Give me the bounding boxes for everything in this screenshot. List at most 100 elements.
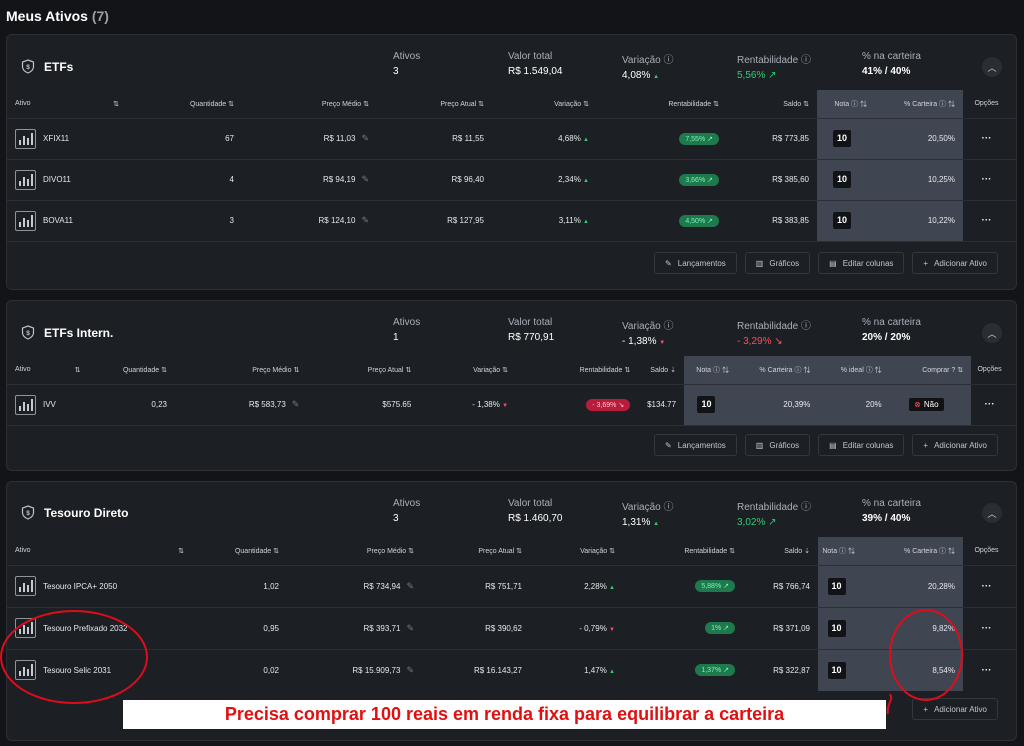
col-pct-carteira[interactable]: % Carteira ⓘ ⇅ — [863, 537, 963, 565]
col-variacao[interactable]: Variação ⇅ — [419, 356, 517, 384]
collapse-button[interactable]: ︿ — [982, 323, 1002, 343]
pencil-icon[interactable]: ✎ — [361, 215, 369, 225]
section-etfs: $ ETFs Ativos 3 Valor total R$ 1.549,04 Va… — [6, 34, 1017, 290]
pencil-icon[interactable]: ✎ — [292, 399, 300, 409]
chart-bar-icon — [15, 394, 36, 415]
options-menu-button[interactable]: ··· — [985, 399, 995, 410]
adicionar-ativo-button[interactable]: + Adicionar Ativo — [912, 252, 998, 274]
col-nota[interactable]: Nota ⓘ ⇅ — [684, 356, 737, 384]
score-badge: 10 — [827, 619, 846, 637]
col-rentabilidade[interactable]: Rentabilidade ⇅ — [516, 356, 639, 384]
stat-ativos: Ativos 1 — [393, 317, 421, 343]
sort-icon: ⇅ — [161, 366, 167, 374]
table-row[interactable]: BOVA11 3 R$ 124,10 ✎ R$ 127,95 3,11% ▲ 4,… — [7, 199, 1016, 241]
options-menu-button[interactable]: ··· — [982, 665, 992, 676]
sort-icon: ⇅ — [516, 547, 522, 555]
table-row[interactable]: Tesouro IPCA+ 2050 1,02 R$ 734,94 ✎ R$ 75… — [7, 564, 1016, 607]
stat-valor-total: Valor total R$ 770,91 — [508, 317, 555, 343]
lancamentos-button[interactable]: ✎ Lançamentos — [654, 252, 737, 274]
columns-icon: ▤ — [829, 440, 837, 450]
col-quantidade[interactable]: Quantidade ⇅ — [192, 537, 287, 565]
col-ativo[interactable]: Ativo ⇅ — [7, 90, 127, 118]
graficos-button[interactable]: ▥ Gráficos — [744, 434, 811, 456]
svg-text:$: $ — [26, 510, 30, 517]
plus-icon: + — [923, 704, 929, 714]
col-preco-medio[interactable]: Preço Médio ⇅ — [242, 90, 377, 118]
col-pct-carteira[interactable]: % Carteira ⓘ ⇅ — [736, 356, 819, 384]
table-row[interactable]: Tesouro Selic 2031 0,02 R$ 15.909,73 ✎ R$… — [7, 648, 1016, 691]
graficos-button[interactable]: ▥ Gráficos — [744, 252, 811, 274]
table-row[interactable]: IVV 0,23 R$ 583,73 ✎ $575.65 - 1,38% ▼ - … — [7, 383, 1016, 425]
section-toolbar: ✎ Lançamentos ▥ Gráficos ▤ Editar colunas +… — [654, 252, 998, 274]
col-ativo[interactable]: Ativo ⇅ — [7, 537, 192, 565]
col-saldo[interactable]: Saldo ⇣ — [638, 356, 685, 384]
sort-icon: ⇅ — [178, 547, 184, 555]
col-saldo[interactable]: Saldo ⇅ — [727, 90, 817, 118]
sort-icon: ⇅ — [860, 100, 867, 108]
col-nota[interactable]: Nota ⓘ ⇅ — [818, 537, 863, 565]
pencil-icon[interactable]: ✎ — [406, 581, 414, 591]
options-menu-button[interactable]: ··· — [982, 215, 992, 226]
stat-valor-total: Valor total R$ 1.549,04 — [508, 51, 563, 77]
col-rentabilidade[interactable]: Rentabilidade ⇅ — [623, 537, 743, 565]
col-quantidade[interactable]: Quantidade ⇅ — [127, 90, 242, 118]
trend-down-icon: ↘ — [774, 336, 783, 347]
collapse-button[interactable]: ︿ — [982, 57, 1002, 77]
col-preco-medio[interactable]: Preço Médio ⇅ — [174, 356, 308, 384]
chart-bar-icon — [15, 128, 36, 149]
col-preco-atual[interactable]: Preço Atual ⇅ — [377, 90, 492, 118]
table-row[interactable]: DIVO11 4 R$ 94,19 ✎ R$ 96,40 2,34% ▲ 3,66… — [7, 158, 1016, 200]
col-variacao[interactable]: Variação ⇅ — [530, 537, 623, 565]
adicionar-ativo-button[interactable]: + Adicionar Ativo — [912, 434, 998, 456]
col-comprar[interactable]: Comprar ? ⇅ — [889, 356, 972, 384]
pencil-icon[interactable]: ✎ — [361, 174, 369, 184]
table-row[interactable]: Tesouro Prefixado 2032 0,95 R$ 393,71 ✎ R… — [7, 606, 1016, 649]
col-rentabilidade[interactable]: Rentabilidade ⇅ — [597, 90, 727, 118]
section-title: ETFs Intern. — [44, 325, 114, 340]
sort-desc-icon: ⇣ — [804, 547, 810, 555]
pencil-icon[interactable]: ✎ — [361, 133, 369, 143]
score-badge: 10 — [697, 396, 716, 413]
col-variacao[interactable]: Variação ⇅ — [492, 90, 597, 118]
edit-note-icon: ✎ — [665, 258, 672, 268]
options-menu-button[interactable]: ··· — [982, 581, 992, 592]
stat-valor-total: Valor total R$ 1.460,70 — [508, 498, 563, 524]
svg-text:$: $ — [26, 64, 30, 71]
lancamentos-button[interactable]: ✎ Lançamentos — [654, 434, 737, 456]
score-badge: 10 — [833, 130, 851, 147]
annotation-banner: Precisa comprar 100 reais em renda fixa … — [123, 700, 886, 729]
section-header[interactable]: $ ETFs Ativos 3 Valor total R$ 1.549,04 Va… — [7, 35, 1016, 90]
annotation-pointer — [886, 693, 893, 715]
sort-icon: ⇅ — [293, 366, 300, 374]
adicionar-ativo-button[interactable]: + Adicionar Ativo — [912, 698, 998, 720]
col-preco-atual[interactable]: Preço Atual ⇅ — [307, 356, 420, 384]
editar-colunas-button[interactable]: ▤ Editar colunas — [818, 252, 905, 274]
pencil-icon[interactable]: ✎ — [406, 665, 414, 675]
col-quantidade[interactable]: Quantidade ⇅ — [88, 356, 175, 384]
stat-rentabilidade: Rentabilidade ⓘ - 3,29% ↘ — [737, 321, 811, 347]
editar-colunas-button[interactable]: ▤ Editar colunas — [818, 434, 905, 456]
options-menu-button[interactable]: ··· — [982, 174, 992, 185]
info-icon: ⓘ — [663, 55, 674, 66]
col-saldo[interactable]: Saldo ⇣ — [743, 537, 818, 565]
section-header[interactable]: $ ETFs Intern. Ativos 1 Valor total R$ 770… — [7, 301, 1016, 356]
options-menu-button[interactable]: ··· — [982, 623, 992, 634]
section-title: Tesouro Direto — [44, 505, 129, 520]
section-toolbar: ✎ Lançamentos ▥ Gráficos ▤ Editar colunas +… — [654, 434, 998, 456]
section-header[interactable]: $ Tesouro Direto Ativos 3 Valor total R$ 1… — [7, 482, 1016, 537]
table-row[interactable]: XFIX11 67 R$ 11,03 ✎ R$ 11,55 4,68% ▲ 7,5… — [7, 117, 1016, 159]
pencil-icon[interactable]: ✎ — [406, 623, 414, 633]
edit-note-icon: ✎ — [665, 440, 672, 450]
col-nota[interactable]: Nota ⓘ ⇅ — [817, 90, 875, 118]
col-pct-carteira[interactable]: % Carteira ⓘ ⇅ — [875, 90, 963, 118]
col-pct-ideal[interactable]: % ideal ⓘ ⇅ — [818, 356, 890, 384]
sort-desc-icon: ⇣ — [670, 366, 677, 374]
sort-icon: ⇅ — [74, 366, 81, 374]
col-preco-atual[interactable]: Preço Atual ⇅ — [422, 537, 530, 565]
col-ativo[interactable]: Ativo ⇅ — [7, 356, 89, 384]
collapse-button[interactable]: ︿ — [982, 503, 1002, 523]
col-preco-medio[interactable]: Preço Médio ⇅ — [287, 537, 422, 565]
stat-pct-carteira: % na carteira 39% / 40% — [862, 498, 921, 524]
close-circle-icon: ⊗ — [914, 400, 921, 409]
options-menu-button[interactable]: ··· — [982, 133, 992, 144]
